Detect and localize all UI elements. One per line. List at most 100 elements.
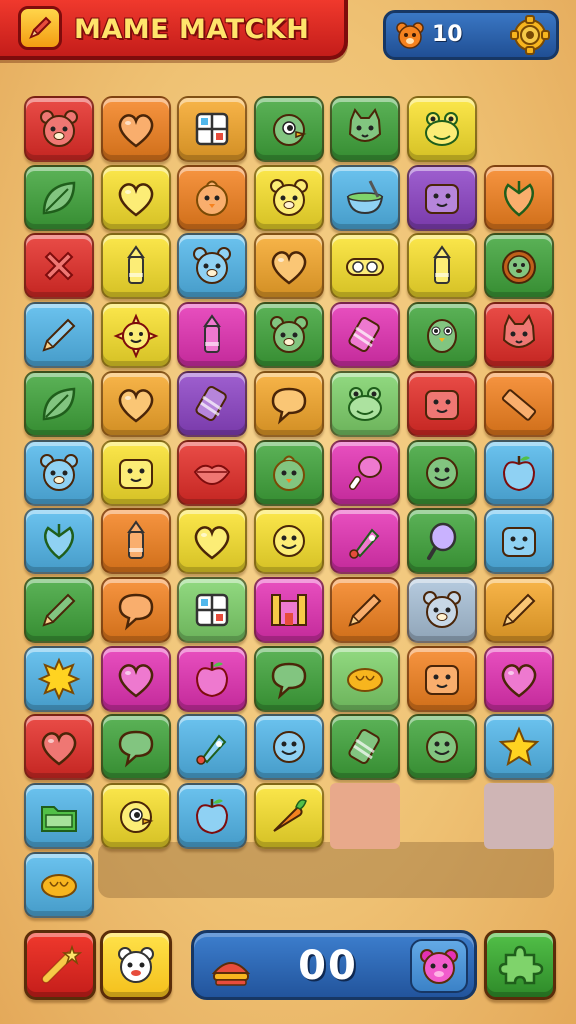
- tile-pencil[interactable]: [483, 576, 554, 643]
- score-value: 00: [298, 943, 358, 989]
- sun-icon: [37, 657, 81, 701]
- block-face-icon: [425, 664, 459, 695]
- tile-leaf[interactable]: [24, 370, 94, 437]
- tile-bread[interactable]: [24, 851, 94, 918]
- tile-smiley[interactable]: [407, 439, 477, 506]
- heart-icon: [41, 732, 77, 766]
- tile-speech-bubble[interactable]: [253, 370, 324, 437]
- star-icon: [498, 726, 539, 767]
- tile-chick[interactable]: [177, 164, 248, 231]
- empty-slot: [483, 783, 554, 849]
- tile-window[interactable]: [177, 96, 248, 162]
- tile-tray: [98, 842, 554, 898]
- tile-bear-face[interactable]: [24, 439, 94, 506]
- tile-speech-bubble[interactable]: [100, 714, 171, 781]
- tile-block-face[interactable]: [100, 439, 171, 506]
- leaf-heart-icon: [503, 180, 534, 217]
- tile-bird[interactable]: [100, 783, 171, 849]
- candy-icon: [348, 729, 381, 765]
- top-bar: MAME MATCKH 10: [0, 0, 576, 72]
- tile-apple[interactable]: [177, 645, 248, 712]
- tile-drumstick[interactable]: [330, 439, 401, 506]
- tile-frog[interactable]: [407, 96, 477, 162]
- tile-crayon[interactable]: [177, 302, 248, 369]
- heart-icon: [118, 388, 153, 423]
- tile-cat[interactable]: [330, 96, 401, 162]
- tile-bird[interactable]: [253, 96, 324, 162]
- tile-smiley[interactable]: [253, 714, 324, 781]
- tile-crayon[interactable]: [100, 233, 171, 300]
- tile-folder[interactable]: [24, 783, 94, 849]
- tile-smiley[interactable]: [253, 508, 324, 575]
- tile-castle[interactable]: [253, 576, 324, 643]
- tile-carrot[interactable]: [253, 783, 324, 849]
- tile-apple[interactable]: [483, 439, 554, 506]
- tile-crayon[interactable]: [100, 508, 171, 575]
- bear-face-icon: [396, 22, 424, 49]
- block-face-icon: [501, 527, 536, 558]
- hint-button[interactable]: [100, 930, 172, 1000]
- tile-heart[interactable]: [253, 233, 324, 300]
- tile-smiley[interactable]: [407, 714, 477, 781]
- tile-rocket[interactable]: [330, 508, 401, 575]
- tile-block-face[interactable]: [407, 164, 477, 231]
- tile-star[interactable]: [483, 714, 554, 781]
- tile-speech-bubble[interactable]: [100, 576, 171, 643]
- pencil-icon: [348, 593, 382, 627]
- tile-candy[interactable]: [177, 370, 248, 437]
- tile-bear-face[interactable]: [24, 96, 94, 162]
- tile-apple[interactable]: [177, 783, 248, 849]
- tile-pencil[interactable]: [24, 302, 94, 369]
- tile-bowl[interactable]: [330, 164, 401, 231]
- tile-sun-face[interactable]: [100, 302, 171, 369]
- tile-lips[interactable]: [177, 439, 248, 506]
- tile-bear-face[interactable]: [253, 302, 324, 369]
- tile-goggles[interactable]: [330, 233, 401, 300]
- tile-ruler[interactable]: [483, 370, 554, 437]
- tile-heart[interactable]: [100, 645, 171, 712]
- tile-heart[interactable]: [483, 645, 554, 712]
- tile-pencil[interactable]: [24, 576, 94, 643]
- tile-heart[interactable]: [100, 164, 171, 231]
- tile-window[interactable]: [177, 576, 248, 643]
- tile-block-face[interactable]: [483, 508, 554, 575]
- tile-speech-bubble[interactable]: [253, 645, 324, 712]
- tile-heart[interactable]: [100, 370, 171, 437]
- ghost-face-icon: [118, 947, 154, 983]
- tile-block-face[interactable]: [407, 370, 477, 437]
- tile-cat[interactable]: [483, 302, 554, 369]
- tile-heart[interactable]: [24, 714, 94, 781]
- tile-candy[interactable]: [330, 302, 401, 369]
- tile-sun[interactable]: [24, 645, 94, 712]
- puzzle-button[interactable]: [484, 930, 556, 1000]
- tile-mirror[interactable]: [407, 508, 477, 575]
- block-face-icon: [425, 183, 459, 214]
- shuffle-button[interactable]: [24, 930, 96, 1000]
- tile-frog[interactable]: [330, 370, 401, 437]
- tile-leaf[interactable]: [24, 164, 94, 231]
- heart-icon: [118, 114, 153, 148]
- tile-leaf-heart[interactable]: [24, 508, 94, 575]
- tile-cross[interactable]: [24, 233, 94, 300]
- tile-lion[interactable]: [483, 233, 554, 300]
- tile-leaf-heart[interactable]: [483, 164, 554, 231]
- tile-rocket[interactable]: [177, 714, 248, 781]
- bear-face-icon: [423, 590, 461, 628]
- tile-bear-face[interactable]: [253, 164, 324, 231]
- tile-bear-face[interactable]: [407, 576, 477, 643]
- tile-chick[interactable]: [253, 439, 324, 506]
- tile-heart[interactable]: [177, 508, 248, 575]
- folder-icon: [41, 806, 77, 832]
- mirror-icon: [427, 522, 457, 561]
- tile-bread[interactable]: [330, 645, 401, 712]
- tile-pencil[interactable]: [330, 576, 401, 643]
- tile-crayon[interactable]: [407, 233, 477, 300]
- tile-candy[interactable]: [330, 714, 401, 781]
- pencil-icon: [42, 593, 76, 627]
- tile-bear-face[interactable]: [177, 233, 248, 300]
- tile-owl[interactable]: [407, 302, 477, 369]
- tile-block-face[interactable]: [407, 645, 477, 712]
- gear-icon[interactable]: [510, 15, 550, 55]
- tile-heart[interactable]: [100, 96, 171, 162]
- pencil-icon: [42, 318, 76, 352]
